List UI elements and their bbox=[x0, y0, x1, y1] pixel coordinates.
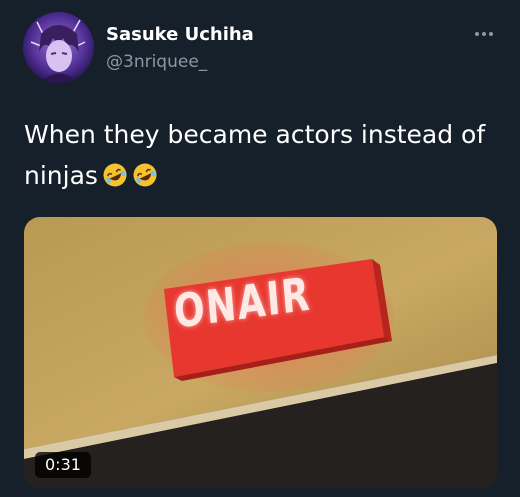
tweet-text: When they became actors instead of ninja… bbox=[24, 114, 494, 200]
more-dot bbox=[489, 32, 493, 36]
more-dot bbox=[475, 32, 479, 36]
avatar[interactable] bbox=[23, 12, 94, 83]
more-dot bbox=[482, 32, 486, 36]
video-frame bbox=[24, 217, 497, 488]
tweet-card: Sasuke Uchiha @3nriquee_ When they becam… bbox=[0, 0, 520, 497]
more-options-icon[interactable] bbox=[468, 22, 500, 46]
tweet-text-content: When they became actors instead of ninja… bbox=[24, 120, 486, 190]
laughing-emoji-icon bbox=[132, 159, 158, 200]
video-duration-badge: 0:31 bbox=[35, 452, 91, 478]
video-thumbnail[interactable] bbox=[24, 217, 497, 488]
avatar-image bbox=[23, 12, 94, 83]
laughing-emoji-icon bbox=[102, 159, 128, 200]
display-name[interactable]: Sasuke Uchiha bbox=[106, 24, 254, 45]
user-handle[interactable]: @3nriquee_ bbox=[106, 52, 207, 72]
